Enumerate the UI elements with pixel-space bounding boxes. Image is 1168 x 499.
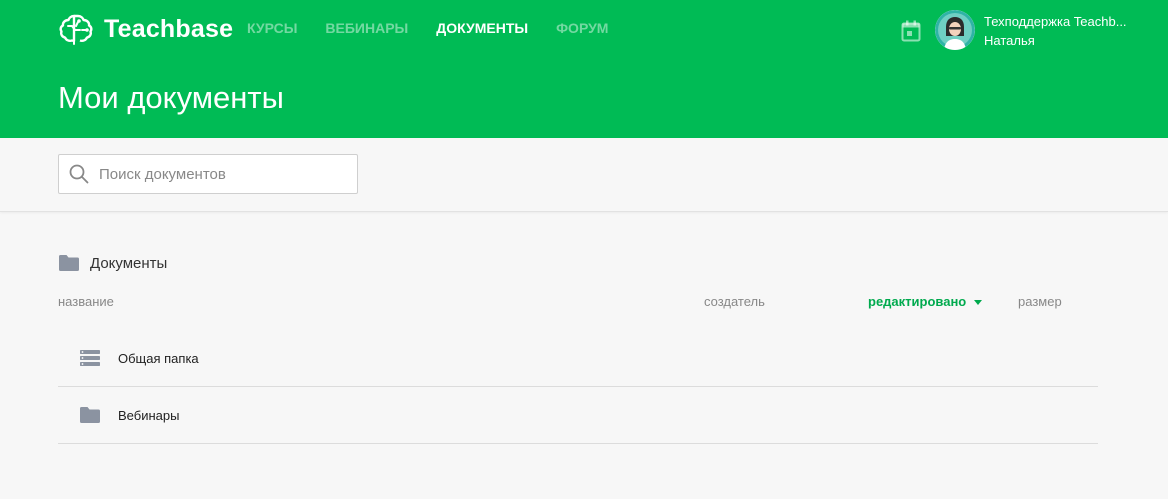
breadcrumb-label: Документы bbox=[90, 254, 168, 272]
table-row[interactable]: Вебинары bbox=[58, 387, 1098, 444]
folder-icon bbox=[59, 255, 79, 271]
column-header-edited-label: редактировано bbox=[868, 294, 967, 309]
nav-forum[interactable]: ФОРУМ bbox=[556, 20, 608, 36]
nav-webinars[interactable]: ВЕБИНАРЫ bbox=[325, 20, 408, 36]
search-icon bbox=[69, 164, 89, 184]
shared-folder-icon bbox=[80, 350, 100, 366]
column-header-creator[interactable]: создатель bbox=[704, 294, 765, 309]
user-org: Техподдержка Teachb... bbox=[984, 14, 1127, 29]
search-box[interactable] bbox=[58, 154, 358, 194]
column-header-size[interactable]: размер bbox=[1018, 294, 1062, 309]
row-name: Вебинары bbox=[118, 407, 180, 423]
brand-name: Teachbase bbox=[104, 14, 234, 43]
column-header-name[interactable]: название bbox=[58, 294, 114, 309]
main-nav: КУРСЫ ВЕБИНАРЫ ДОКУМЕНТЫ ФОРУМ bbox=[247, 20, 608, 36]
page-title: Мои документы bbox=[58, 80, 284, 115]
folder-icon bbox=[80, 407, 100, 423]
column-header-edited[interactable]: редактировано bbox=[868, 294, 983, 309]
sort-desc-icon bbox=[974, 300, 983, 306]
documents-list: Общая папка Вебинары bbox=[58, 330, 1098, 444]
search-input[interactable] bbox=[97, 155, 351, 193]
user-info[interactable]: Техподдержка Teachb... Наталья bbox=[984, 12, 1127, 50]
nav-documents[interactable]: ДОКУМЕНТЫ bbox=[436, 20, 528, 36]
calendar-icon[interactable] bbox=[901, 20, 921, 42]
user-avatar[interactable] bbox=[935, 10, 975, 50]
row-name: Общая папка bbox=[118, 350, 199, 366]
table-row[interactable]: Общая папка bbox=[58, 330, 1098, 387]
brand-logo[interactable]: Teachbase bbox=[58, 12, 233, 46]
brain-logo-icon bbox=[59, 14, 93, 45]
search-bar bbox=[0, 138, 1168, 212]
top-header: Teachbase КУРСЫ ВЕБИНАРЫ ДОКУМЕНТЫ ФОРУМ… bbox=[0, 0, 1168, 138]
nav-courses[interactable]: КУРСЫ bbox=[247, 20, 297, 36]
user-name: Наталья bbox=[984, 33, 1035, 48]
breadcrumb[interactable]: Документы bbox=[58, 254, 167, 272]
